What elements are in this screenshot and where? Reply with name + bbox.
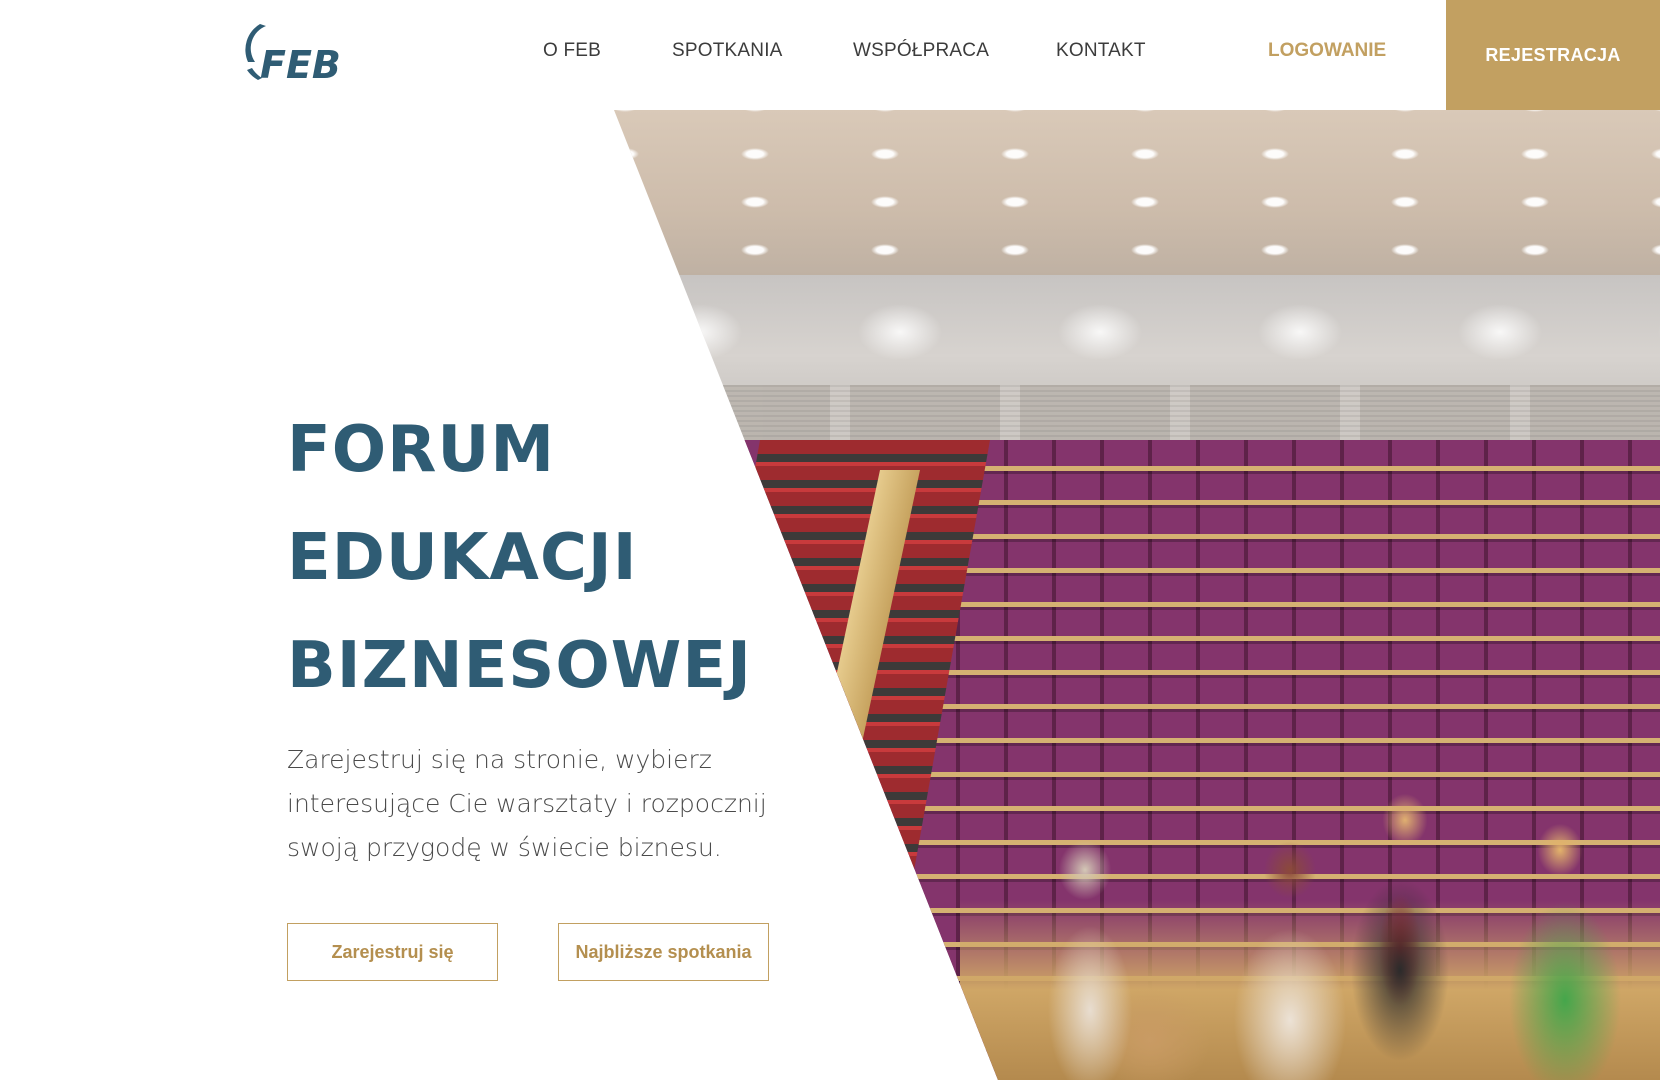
page: FEB O FEB SPOTKANIA WSPÓŁPRACA KONTAKT L… (0, 0, 1660, 1080)
register-button[interactable]: REJESTRACJA (1446, 0, 1660, 110)
hero-register-button[interactable]: Zarejestruj się (287, 923, 498, 981)
hall-wall-lights (614, 300, 1660, 380)
hall-people-group (960, 780, 1660, 1080)
hero-meetings-button[interactable]: Najbliższe spotkania (558, 923, 769, 981)
hero-title: FORUM EDUKACJI BIZNESOWEJ (287, 396, 752, 720)
login-link[interactable]: LOGOWANIE (1268, 40, 1386, 62)
hero-description: Zarejestruj się na stronie, wybierz inte… (287, 745, 767, 862)
hero-title-line-2: EDUKACJI (287, 521, 638, 595)
hall-ceiling-lights (614, 110, 1660, 275)
hall-wall-panels (614, 385, 1660, 440)
nav-item-about[interactable]: O FEB (543, 40, 601, 62)
hero-title-line-3: BIZNESOWEJ (287, 629, 752, 703)
nav-item-cooperation[interactable]: WSPÓŁPRACA (853, 40, 989, 62)
feb-logo-icon: FEB (245, 24, 341, 87)
site-header: FEB O FEB SPOTKANIA WSPÓŁPRACA KONTAKT L… (0, 0, 1660, 110)
logo-text: FEB (260, 43, 341, 86)
hero-title-line-1: FORUM (287, 413, 556, 487)
feb-logo[interactable]: FEB (242, 20, 357, 87)
nav-item-contact[interactable]: KONTAKT (1056, 40, 1146, 62)
nav-item-meetings[interactable]: SPOTKANIA (672, 40, 783, 62)
hero-image-lecture-hall (614, 110, 1660, 1080)
